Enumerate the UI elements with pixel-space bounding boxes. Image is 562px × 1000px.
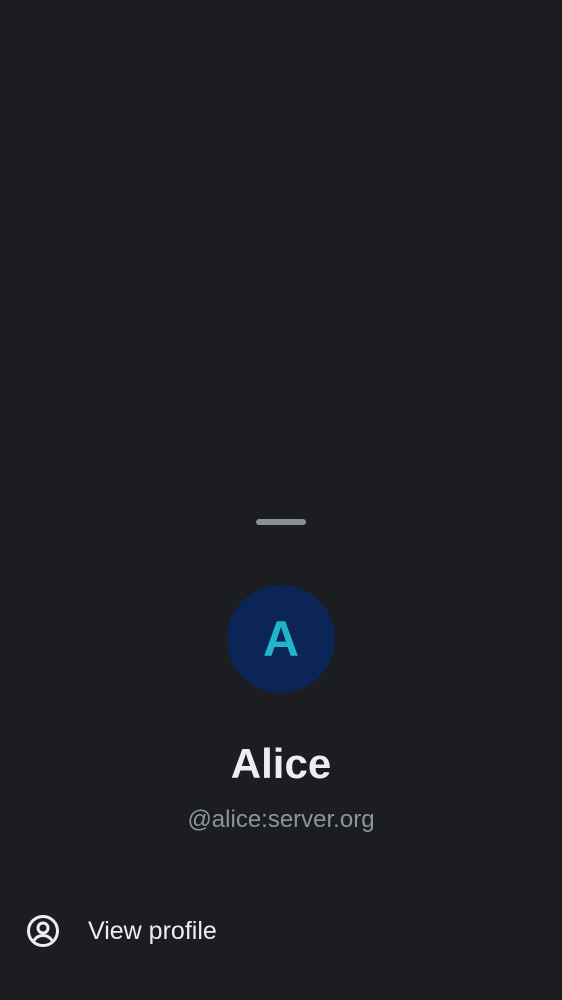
avatar-initial: A bbox=[262, 611, 300, 667]
user-id: @alice:server.org bbox=[187, 806, 375, 833]
drag-handle[interactable] bbox=[256, 519, 306, 525]
view-profile-button[interactable]: View profile bbox=[0, 898, 562, 964]
avatar: A bbox=[227, 585, 335, 693]
display-name: Alice bbox=[230, 740, 332, 787]
user-bottom-sheet: A Alice @alice:server.org View profile bbox=[0, 484, 562, 1000]
view-profile-label: View profile bbox=[88, 917, 217, 945]
user-circle-icon bbox=[26, 914, 60, 948]
